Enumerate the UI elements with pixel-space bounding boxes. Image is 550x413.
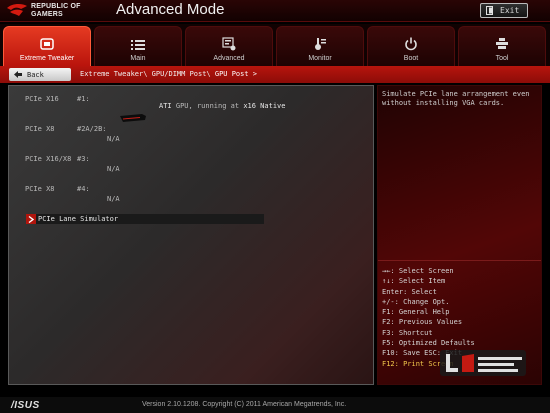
slot-1-info: ATI GPU, running at x16 Native	[159, 102, 285, 110]
key-help-item: F2: Previous Values	[382, 318, 463, 327]
gpu-vendor: ATI	[159, 102, 172, 110]
key-help-item: F3: Shortcut	[382, 328, 433, 337]
submenu-arrow-icon	[26, 214, 36, 224]
breadcrumb-parents[interactable]: Extreme Tweaker\ GPU/DIMM Post\	[80, 70, 215, 78]
help-divider	[378, 260, 541, 261]
tab-label: Tool	[495, 55, 509, 62]
slot-3-value: N/A	[107, 165, 120, 173]
breadcrumb-current: GPU Post >	[214, 70, 258, 78]
slot-2-id: #2A/2B:	[77, 125, 107, 133]
back-arrow-icon	[14, 71, 22, 78]
slot-4-id: #4:	[77, 185, 90, 193]
tab-main[interactable]: Main	[94, 26, 182, 66]
gpu-card-icon	[120, 114, 146, 122]
key-help-item: ↑↓: Select Item	[382, 277, 446, 286]
monitor-icon	[315, 38, 326, 50]
brand-line2: GAMERS	[31, 11, 63, 18]
back-label: Back	[27, 70, 44, 79]
slot-4-value: N/A	[107, 195, 120, 203]
tab-tool[interactable]: Tool	[458, 26, 546, 66]
slot-4-name: PCIe X8	[25, 185, 55, 193]
tab-label: Main	[130, 55, 146, 62]
tool-icon	[496, 38, 508, 49]
list-icon	[131, 40, 145, 50]
footer-bar: /ISUS Version 2.10.1208. Copyright (C) 2…	[0, 397, 550, 413]
header-bar: REPUBLIC OF GAMERS Advanced Mode Exit	[0, 0, 550, 22]
tab-advanced[interactable]: Advanced	[185, 26, 273, 66]
rog-brand: REPUBLIC OF GAMERS	[31, 3, 81, 19]
exit-label: Exit	[500, 6, 520, 15]
version-text: Version 2.10.1208. Copyright (C) 2011 Am…	[142, 401, 347, 408]
gpu-lane-speed: x16 Native	[243, 102, 286, 110]
tab-label: Advanced	[213, 55, 245, 62]
tab-label: Monitor	[308, 55, 332, 62]
slot-2-name: PCIe X8	[25, 125, 55, 133]
slot-2-value: N/A	[107, 135, 120, 143]
pcie-lane-simulator-item[interactable]: PCIe Lane Simulator	[26, 214, 264, 224]
pcie-lane-simulator-label: PCIe Lane Simulator	[38, 215, 119, 223]
key-help-item: F5: Optimized Defaults	[382, 339, 475, 348]
tweaker-icon	[40, 38, 54, 50]
slot-1-id: #1:	[77, 95, 90, 103]
exit-button[interactable]: Exit	[480, 3, 528, 18]
tab-extreme-tweaker[interactable]: Extreme Tweaker	[3, 26, 91, 66]
mode-title: Advanced Mode	[116, 1, 225, 18]
key-help-item: →←: Select Screen	[382, 267, 454, 275]
help-panel: Simulate PCIe lane arrangement even with…	[377, 85, 542, 385]
key-help-item: F1: General Help	[382, 308, 450, 317]
breadcrumb-path: Extreme Tweaker\ GPU/DIMM Post\ GPU Post…	[80, 70, 257, 78]
tab-boot[interactable]: Boot	[367, 26, 455, 66]
exit-door-icon	[486, 6, 493, 15]
tab-label: Extreme Tweaker	[19, 55, 75, 62]
gpu-status: GPU, running at	[171, 102, 244, 110]
watermark-logo	[440, 350, 526, 376]
help-text: Simulate PCIe lane arrangement even with…	[382, 90, 530, 107]
slot-1-name: PCIe X16	[25, 95, 59, 103]
settings-panel: PCIe X16 #1: ATI GPU, running at x16 Nat…	[8, 85, 374, 385]
advanced-icon	[222, 37, 236, 51]
tab-label: Boot	[403, 55, 419, 62]
breadcrumb: Back Extreme Tweaker\ GPU/DIMM Post\ GPU…	[0, 66, 550, 83]
slot-3-name: PCIe X16/X8	[25, 155, 72, 163]
power-icon	[405, 37, 417, 51]
rog-eye-icon	[7, 3, 27, 16]
asus-logo: /ISUS	[11, 400, 40, 411]
key-help-item: +/-: Change Opt.	[382, 297, 450, 306]
back-button[interactable]: Back	[9, 68, 71, 81]
slot-3-id: #3:	[77, 155, 90, 163]
brand-line1: REPUBLIC OF	[31, 3, 81, 10]
key-help-item: Enter: Select	[382, 287, 437, 296]
tab-monitor[interactable]: Monitor	[276, 26, 364, 66]
main-tabs: Extreme Tweaker Main Advanced Monitor Bo…	[0, 24, 550, 66]
